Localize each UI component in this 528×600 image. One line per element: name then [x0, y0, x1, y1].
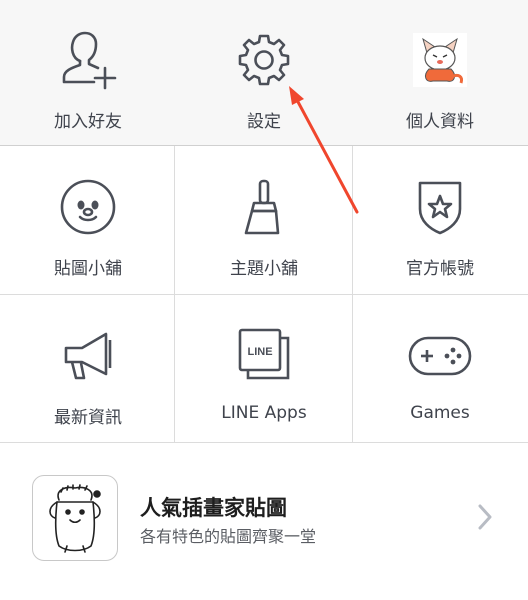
games-label: Games [410, 403, 470, 423]
news-label: 最新資訊 [54, 408, 122, 428]
chevron-right-icon [474, 502, 496, 536]
feature-grid: 貼圖小舖 主題小舖 官方帳號 最新資訊 LINE LINE Apps Games [0, 146, 528, 443]
line-apps-button[interactable]: LINE LINE Apps [176, 295, 352, 443]
theme-shop-label: 主題小舖 [230, 259, 298, 279]
top-row: 加入好友 設定 個人資料 [0, 0, 528, 146]
sticker-face-icon [58, 176, 118, 238]
banner-title: 人氣插畫家貼圖 [140, 496, 287, 520]
banner-subtitle: 各有特色的貼圖齊聚一堂 [140, 527, 317, 546]
gear-icon [236, 30, 292, 90]
sticker-character-thumbnail [32, 475, 118, 561]
add-friend-icon [58, 30, 118, 90]
gamepad-icon [407, 325, 473, 387]
line-apps-label: LINE Apps [221, 403, 307, 423]
settings-button[interactable]: 設定 [176, 0, 352, 145]
line-apps-icon-text: LINE [247, 346, 272, 358]
settings-label: 設定 [247, 112, 281, 132]
profile-avatar [413, 30, 467, 90]
official-accounts-button[interactable]: 官方帳號 [352, 146, 528, 294]
games-button[interactable]: Games [352, 295, 528, 443]
profile-button[interactable]: 個人資料 [352, 0, 528, 145]
featured-banner[interactable]: 人氣插畫家貼圖 各有特色的貼圖齊聚一堂 [0, 444, 528, 600]
sticker-shop-label: 貼圖小舖 [54, 259, 122, 279]
add-friend-button[interactable]: 加入好友 [0, 0, 176, 145]
news-button[interactable]: 最新資訊 [0, 295, 176, 443]
megaphone-icon [58, 325, 118, 387]
profile-label: 個人資料 [406, 112, 474, 132]
shield-star-icon [410, 176, 470, 238]
line-apps-icon: LINE [234, 325, 294, 387]
paint-brush-icon [234, 176, 294, 238]
add-friend-label: 加入好友 [54, 112, 122, 132]
theme-shop-button[interactable]: 主題小舖 [176, 146, 352, 294]
official-accounts-label: 官方帳號 [406, 259, 474, 279]
sticker-shop-button[interactable]: 貼圖小舖 [0, 146, 176, 294]
